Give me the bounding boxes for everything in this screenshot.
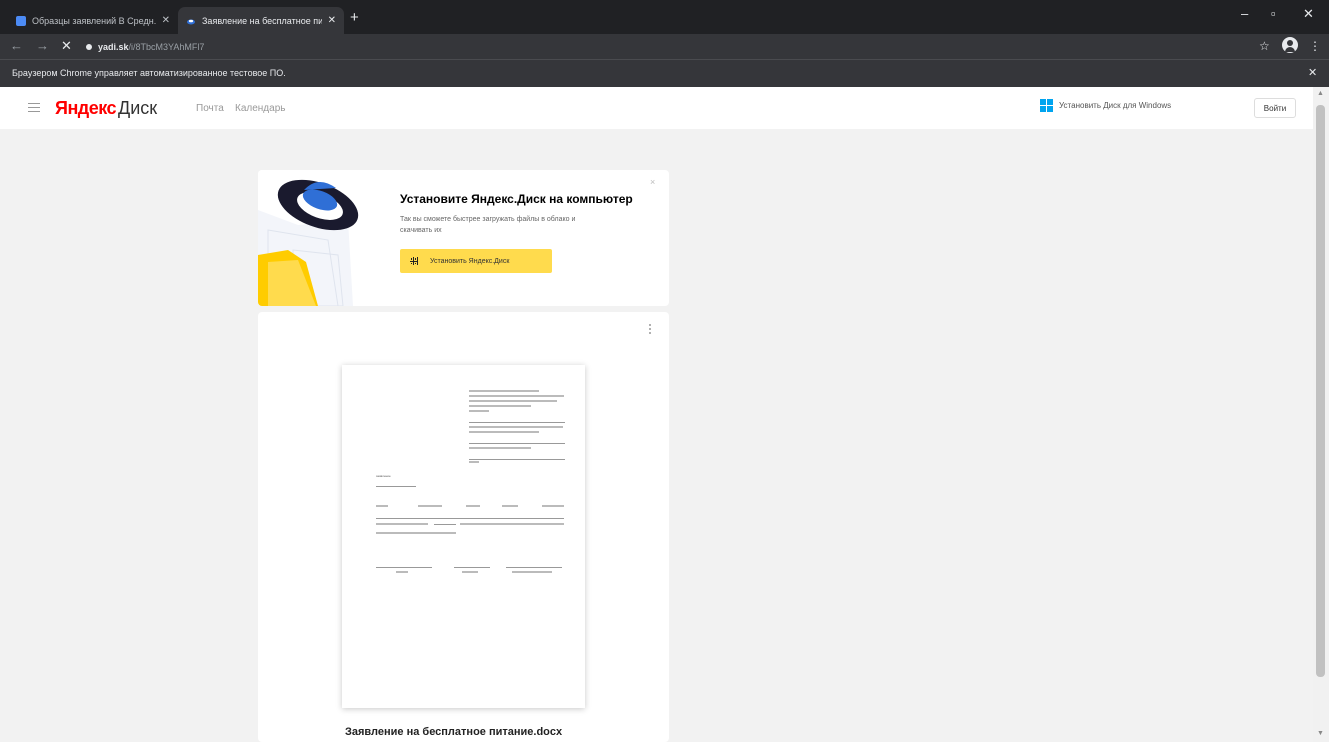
page-favicon-icon — [16, 15, 26, 26]
address-bar[interactable]: yadi.sk /i/8TbcM3YAhMFl7 — [86, 38, 1266, 55]
document-preview-card: заявление Заявление на бесплатное питани… — [258, 312, 669, 742]
scrollbar-thumb[interactable] — [1316, 105, 1325, 677]
browser-tab[interactable]: Образцы заявлений В Средн... ✕ — [8, 7, 178, 34]
document-file-name[interactable]: Заявление на бесплатное питание.docx — [345, 726, 562, 738]
back-arrow-icon[interactable]: ← — [10, 38, 23, 54]
doc-text-line — [512, 571, 552, 573]
doc-form-line — [469, 459, 565, 460]
close-tab-icon[interactable]: ✕ — [162, 15, 170, 26]
doc-text-line — [469, 447, 531, 449]
doc-text-line — [376, 523, 428, 525]
new-tab-button[interactable]: + — [350, 9, 359, 27]
yandex-disk-favicon-icon — [186, 16, 196, 26]
doc-heading: заявление — [376, 474, 391, 478]
infobar-message: Браузером Chrome управляет автоматизиров… — [12, 68, 286, 78]
install-disk-button-label: Установить Яндекс.Диск — [430, 257, 510, 265]
doc-text-line — [376, 505, 388, 507]
doc-text-line — [469, 395, 564, 397]
login-button[interactable]: Войти — [1254, 98, 1296, 118]
minimize-icon[interactable]: – — [1241, 6, 1248, 21]
doc-text-line — [469, 390, 539, 392]
chrome-menu-icon[interactable]: ⋮ — [1309, 38, 1321, 54]
doc-text-line — [542, 505, 564, 507]
infobar-close-icon[interactable]: ✕ — [1308, 66, 1317, 79]
promo-title: Установите Яндекс.Диск на компьютер — [400, 192, 633, 206]
doc-form-line — [469, 422, 565, 423]
browser-toolbar: ← → ✕ yadi.sk /i/8TbcM3YAhMFl7 ☆ ⋮ — [0, 34, 1329, 59]
promo-close-icon[interactable]: × — [650, 177, 655, 187]
doc-text-line — [502, 505, 518, 507]
tab-title: Образцы заявлений В Средн... — [32, 15, 156, 26]
address-path: /i/8TbcM3YAhMFl7 — [128, 41, 205, 52]
browser-tab-active[interactable]: Заявление на бесплатное пит... ✕ — [178, 7, 344, 34]
yandex-disk-logo[interactable]: Яндекс Диск — [55, 98, 157, 119]
doc-signature-line — [376, 567, 432, 568]
doc-form-line — [376, 518, 564, 519]
doc-signature-line — [454, 567, 490, 568]
tab-title: Заявление на бесплатное пит... — [202, 15, 322, 26]
nav-link-calendar[interactable]: Календарь — [235, 103, 285, 114]
doc-text-line — [469, 410, 489, 412]
install-windows-label: Установить Диск для Windows — [1059, 101, 1172, 110]
doc-text-line — [469, 426, 563, 428]
doc-form-line — [434, 524, 456, 525]
doc-text-line — [469, 400, 557, 402]
disk-promo-illustration — [258, 170, 378, 306]
nav-link-mail[interactable]: Почта — [196, 103, 224, 114]
doc-text-line — [396, 571, 408, 573]
doc-text-line — [376, 532, 456, 534]
menu-burger-icon[interactable] — [28, 103, 40, 113]
scroll-down-arrow-icon[interactable]: ▼ — [1317, 730, 1324, 737]
doc-text-line — [469, 405, 531, 407]
install-disk-button[interactable]: Установить Яндекс.Диск — [400, 249, 552, 273]
automation-infobar: Браузером Chrome управляет автоматизиров… — [0, 59, 1329, 87]
logo-brand: Яндекс — [55, 98, 117, 118]
browser-tab-bar: Образцы заявлений В Средн... ✕ Заявление… — [0, 0, 1329, 34]
promo-description: Так вы сможете быстрее загружать файлы в… — [400, 216, 576, 234]
windows-logo-icon — [410, 257, 418, 265]
page-scrollbar[interactable]: ▲ ▼ — [1313, 87, 1329, 742]
scroll-up-arrow-icon[interactable]: ▲ — [1317, 90, 1324, 97]
close-tab-icon[interactable]: ✕ — [328, 15, 336, 26]
doc-signature-line — [506, 567, 562, 568]
more-actions-icon[interactable] — [649, 324, 652, 336]
doc-text-line — [462, 571, 478, 573]
logo-product: Диск — [118, 98, 158, 118]
maximize-icon[interactable]: ▫ — [1271, 6, 1276, 21]
doc-form-line — [469, 443, 565, 444]
close-window-icon[interactable]: ✕ — [1303, 6, 1314, 22]
doc-text-line — [460, 523, 564, 525]
install-disk-windows-link[interactable]: Установить Диск для Windows — [1040, 99, 1171, 112]
doc-text-line — [418, 505, 442, 507]
bookmark-star-icon[interactable]: ☆ — [1259, 38, 1270, 54]
stop-loading-icon[interactable]: ✕ — [61, 38, 72, 54]
windows-logo-icon — [1040, 99, 1053, 112]
doc-text-line — [466, 505, 480, 507]
document-page-preview[interactable]: заявление — [342, 365, 585, 708]
profile-avatar-icon[interactable] — [1282, 37, 1298, 53]
install-disk-promo-card: × Установите Яндекс.Диск на компьютер Та… — [258, 170, 669, 306]
doc-text-line — [469, 431, 539, 433]
doc-form-line — [376, 486, 416, 487]
site-header: Яндекс Диск Почта Календарь Установить Ди… — [0, 87, 1313, 129]
address-host: yadi.sk — [98, 41, 129, 52]
forward-arrow-icon[interactable]: → — [36, 38, 49, 54]
site-info-icon[interactable] — [86, 43, 92, 50]
doc-text-line — [469, 461, 479, 463]
